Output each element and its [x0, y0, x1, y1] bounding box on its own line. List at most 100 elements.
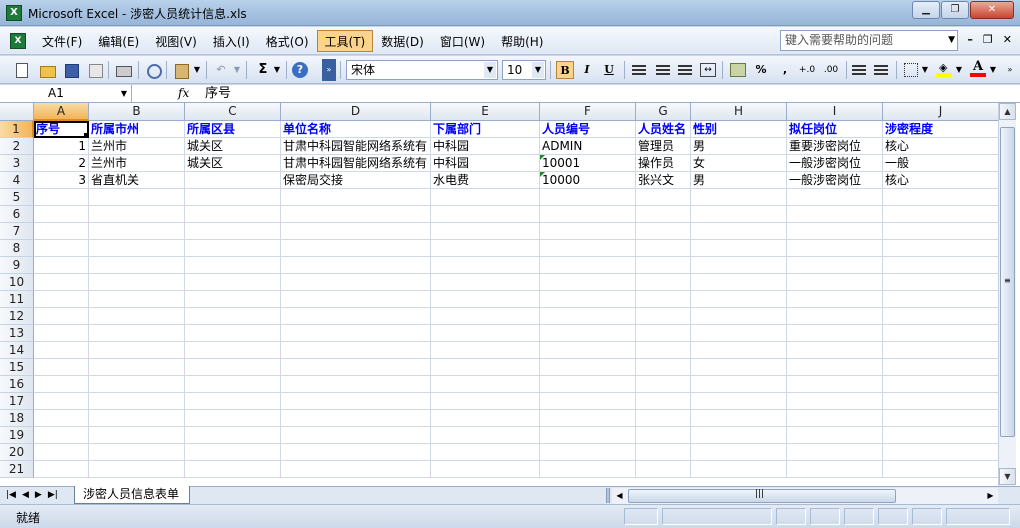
cell[interactable] [281, 308, 431, 325]
cell[interactable] [281, 410, 431, 427]
cell[interactable] [431, 274, 540, 291]
cell[interactable]: 操作员 [636, 155, 691, 172]
cell[interactable] [431, 461, 540, 478]
cell[interactable] [540, 206, 636, 223]
cell[interactable] [636, 376, 691, 393]
cell[interactable] [787, 359, 883, 376]
cell[interactable] [883, 223, 999, 240]
cell[interactable] [431, 410, 540, 427]
menu-item[interactable]: 格式(O) [258, 30, 317, 52]
next-sheet-icon[interactable]: ▶ [35, 488, 42, 503]
close-button[interactable]: ✕ [970, 1, 1014, 19]
cell[interactable] [540, 427, 636, 444]
cell[interactable] [787, 257, 883, 274]
chevron-down-icon[interactable]: ▼ [532, 62, 544, 78]
increase-decimal-icon[interactable]: +.0 [796, 61, 818, 79]
cell[interactable] [883, 461, 999, 478]
cell[interactable] [883, 189, 999, 206]
cell[interactable]: 核心 [883, 138, 999, 155]
cell[interactable] [431, 291, 540, 308]
cell[interactable]: 一般涉密岗位 [787, 172, 883, 189]
cell[interactable] [883, 257, 999, 274]
cell[interactable] [431, 308, 540, 325]
currency-icon[interactable] [730, 63, 746, 77]
cell[interactable] [89, 240, 185, 257]
cell[interactable] [883, 342, 999, 359]
row-header[interactable]: 14 [0, 342, 34, 359]
cell[interactable] [691, 257, 787, 274]
cell[interactable] [691, 393, 787, 410]
chevron-down-icon[interactable]: ▼ [948, 33, 955, 48]
cell[interactable] [540, 308, 636, 325]
cell[interactable] [636, 342, 691, 359]
cell[interactable] [691, 291, 787, 308]
cell[interactable] [883, 376, 999, 393]
cell[interactable] [691, 444, 787, 461]
font-name-select[interactable]: 宋体 ▼ [346, 60, 498, 80]
cell[interactable] [691, 206, 787, 223]
cell[interactable] [281, 274, 431, 291]
cell[interactable] [691, 240, 787, 257]
column-header[interactable]: B [89, 103, 185, 121]
cell[interactable]: 男 [691, 138, 787, 155]
cell[interactable] [636, 325, 691, 342]
cell[interactable] [883, 359, 999, 376]
cell[interactable]: 男 [691, 172, 787, 189]
cell[interactable] [540, 257, 636, 274]
cell[interactable] [691, 359, 787, 376]
cell[interactable] [691, 342, 787, 359]
autosum-dropdown-icon[interactable]: ▼ [272, 61, 282, 79]
align-left-icon[interactable] [632, 65, 646, 75]
cell[interactable] [636, 359, 691, 376]
cell[interactable] [431, 427, 540, 444]
cell[interactable]: 人员姓名 [636, 121, 691, 138]
cell[interactable] [89, 461, 185, 478]
cell[interactable] [883, 206, 999, 223]
row-header[interactable]: 12 [0, 308, 34, 325]
cell[interactable]: 人员编号 [540, 121, 636, 138]
menu-item[interactable]: 帮助(H) [493, 30, 551, 52]
cell[interactable] [691, 189, 787, 206]
cell[interactable] [883, 308, 999, 325]
cell[interactable] [540, 410, 636, 427]
cell[interactable] [89, 325, 185, 342]
cell[interactable] [691, 410, 787, 427]
cell[interactable] [185, 444, 281, 461]
menu-item[interactable]: 窗口(W) [432, 30, 493, 52]
permission-icon[interactable] [86, 61, 104, 79]
cell[interactable] [431, 240, 540, 257]
scroll-up-icon[interactable]: ▲ [999, 103, 1016, 120]
toolbar-options-icon[interactable]: » [1004, 61, 1016, 79]
decrease-indent-icon[interactable] [852, 65, 866, 75]
cell[interactable] [636, 291, 691, 308]
cell[interactable]: 1 [34, 138, 89, 155]
cell[interactable]: 核心 [883, 172, 999, 189]
cell[interactable]: 3 [34, 172, 89, 189]
font-color-icon[interactable]: A [970, 59, 986, 77]
worksheet-grid[interactable]: ABCDEFGHIJ 1 序号 所属市州 所属区县 单位名称 下属部门 人员编号 人员姓名 性别… [0, 103, 1020, 486]
cell[interactable] [691, 325, 787, 342]
increase-indent-icon[interactable] [874, 65, 888, 75]
cell[interactable] [281, 359, 431, 376]
undo-dropdown-icon[interactable]: ▼ [232, 61, 242, 79]
vertical-scrollbar[interactable]: ▲ ≡ ▼ [998, 103, 1016, 486]
row-header[interactable]: 6 [0, 206, 34, 223]
prev-sheet-icon[interactable]: ◀ [22, 488, 29, 503]
cell[interactable] [185, 461, 281, 478]
row-header[interactable]: 18 [0, 410, 34, 427]
open-folder-icon[interactable] [38, 61, 56, 79]
workbook-close-icon[interactable]: ✕ [1003, 33, 1012, 46]
paste-icon[interactable] [172, 61, 190, 79]
cell[interactable] [89, 342, 185, 359]
cell[interactable] [185, 376, 281, 393]
cell[interactable] [787, 393, 883, 410]
cell[interactable] [34, 359, 89, 376]
cell[interactable] [540, 189, 636, 206]
row-header[interactable]: 5 [0, 189, 34, 206]
cell[interactable] [89, 427, 185, 444]
cell[interactable]: 甘肃中科园智能网络系统有 [281, 138, 431, 155]
row-header[interactable]: 21 [0, 461, 34, 478]
cell[interactable] [540, 325, 636, 342]
minimize-button[interactable]: ▁ [912, 1, 940, 19]
cell[interactable] [431, 444, 540, 461]
